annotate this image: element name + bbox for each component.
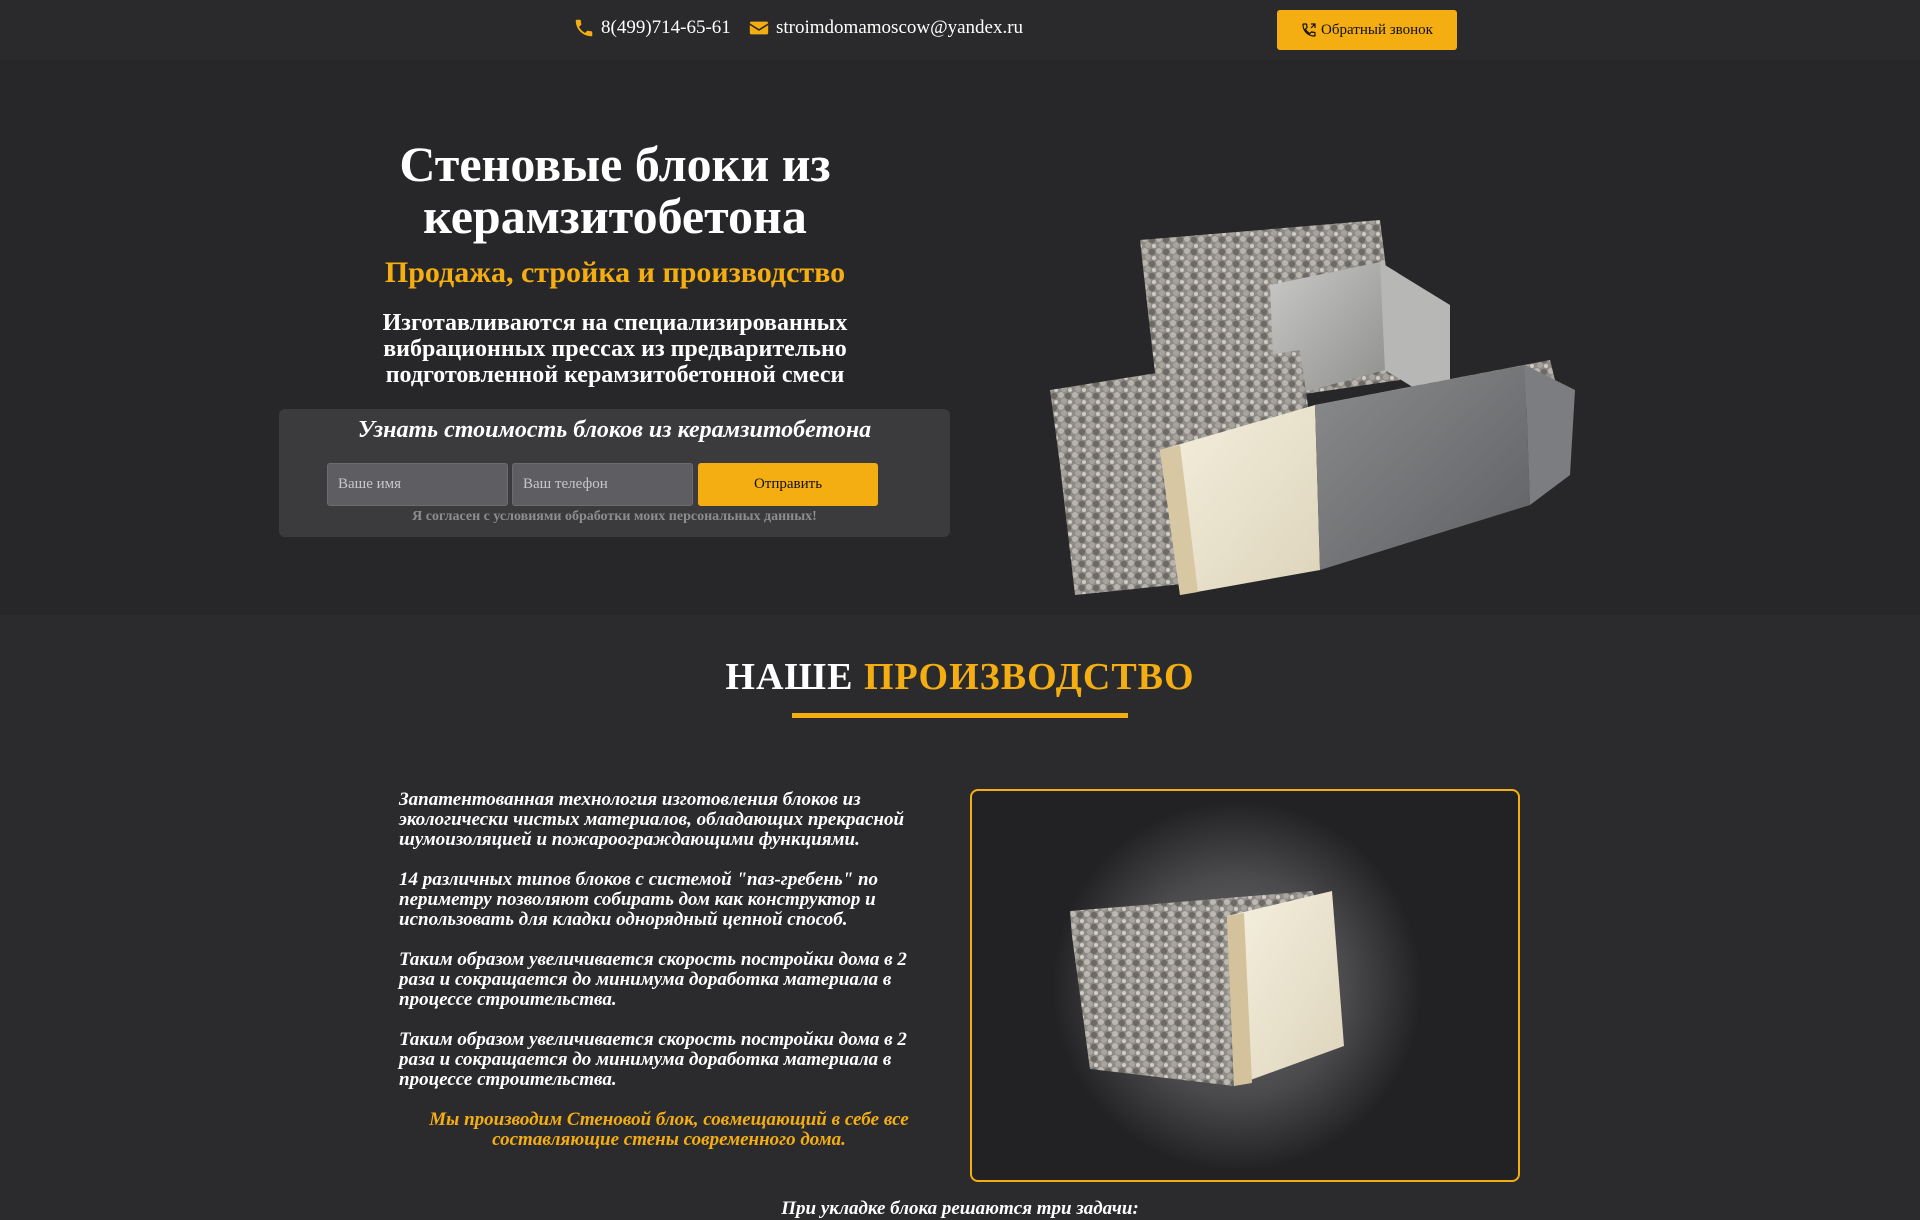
hero-description: Изготавливаются на специализированных ви… bbox=[382, 310, 848, 388]
section-title-accent: ПРОИЗВОДСТВО bbox=[864, 656, 1195, 698]
envelope-icon bbox=[749, 21, 769, 35]
title-underline bbox=[792, 713, 1128, 718]
section-title: НАШЕ ПРОИЗВОДСТВО bbox=[0, 655, 1920, 699]
top-bar: 8(499)714-65-61 stroimdomamoscow@yandex.… bbox=[0, 0, 1920, 60]
phone-callback-icon bbox=[1302, 23, 1316, 37]
email-link[interactable]: stroimdomamoscow@yandex.ru bbox=[748, 16, 1023, 40]
submit-button[interactable]: Отправить bbox=[698, 463, 878, 506]
phone-number: 8(499)714-65-61 bbox=[601, 17, 731, 38]
phone-input[interactable] bbox=[512, 463, 693, 506]
callback-button[interactable]: Обратный звонок bbox=[1277, 10, 1457, 50]
production-paragraph: 14 различных типов блоков с системой "па… bbox=[399, 869, 879, 930]
production-accent-text: Мы производим Стеновой блок, совмещающий… bbox=[429, 1109, 909, 1150]
callback-label: Обратный звонок bbox=[1321, 21, 1433, 38]
form-title: Узнать стоимость блоков из керамзитобето… bbox=[357, 417, 872, 443]
hero-title: Стеновые блоки из керамзитобетона bbox=[399, 136, 831, 244]
production-paragraph: Запатентованная технология изготовления … bbox=[399, 789, 905, 850]
phone-icon bbox=[575, 19, 593, 37]
blocks-image bbox=[1050, 220, 1575, 595]
phone-link[interactable]: 8(499)714-65-61 bbox=[573, 16, 731, 40]
production-text: Запатентованная технология изготовления … bbox=[399, 790, 939, 1170]
consent-text[interactable]: Я согласен с условиями обработки моих пе… bbox=[279, 509, 950, 525]
single-block-image-frame bbox=[970, 789, 1520, 1182]
hero-section: Стеновые блоки из керамзитобетона Продаж… bbox=[0, 60, 1920, 615]
section-title-white: НАШЕ bbox=[725, 656, 854, 698]
hero-subtitle: Продажа, стройка и производство bbox=[384, 256, 846, 289]
single-block-image bbox=[1052, 801, 1422, 1171]
price-request-form: Узнать стоимость блоков из керамзитобето… bbox=[279, 409, 950, 537]
next-section-heading: При укладке блока решаются три задачи: bbox=[781, 1198, 1139, 1219]
email-address: stroimdomamoscow@yandex.ru bbox=[776, 17, 1024, 38]
production-paragraph: Таким образом увеличивается скорость пос… bbox=[399, 949, 907, 1010]
name-input[interactable] bbox=[327, 463, 508, 506]
production-paragraph: Таким образом увеличивается скорость пос… bbox=[399, 1029, 907, 1090]
